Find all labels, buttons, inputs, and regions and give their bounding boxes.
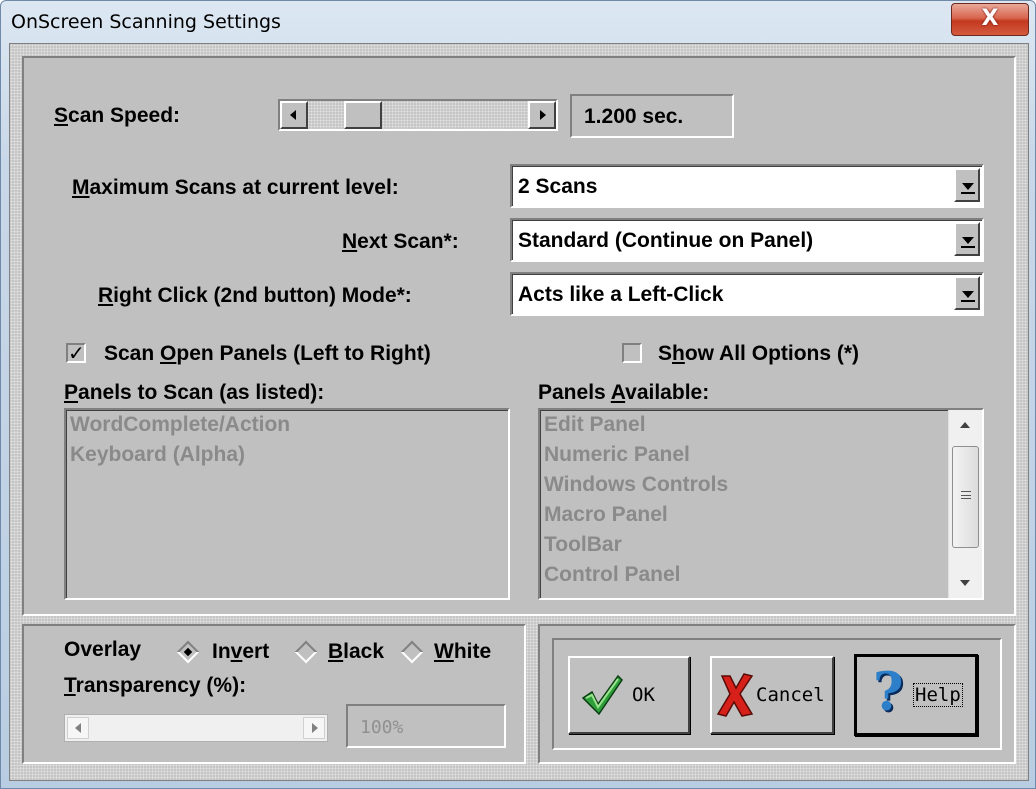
right-click-mode-combo[interactable]: Acts like a Left-Click bbox=[510, 272, 984, 316]
right-click-mode-dropdown-button[interactable] bbox=[954, 276, 980, 310]
panels-to-scan-label: Panels to Scan (as listed): bbox=[64, 381, 325, 404]
next-scan-label: Next Scan*: bbox=[342, 230, 459, 253]
grip-line bbox=[961, 495, 971, 496]
next-scan-dropdown-button[interactable] bbox=[954, 222, 980, 256]
panels-available-list[interactable]: Edit Panel Numeric Panel Windows Control… bbox=[538, 408, 984, 600]
scan-speed-right-arrow[interactable] bbox=[528, 101, 556, 129]
max-scans-value: 2 Scans bbox=[518, 175, 598, 198]
transparency-label: Transparency (%): bbox=[64, 674, 247, 697]
question-mark-icon: ? bbox=[873, 662, 904, 723]
checkmark-icon bbox=[581, 674, 623, 716]
list-item[interactable]: Macro Panel bbox=[540, 500, 982, 530]
scan-open-panels-label[interactable]: Scan Open Panels (Left to Right) bbox=[104, 342, 431, 366]
scan-speed-label: Scan Speed: bbox=[54, 104, 181, 127]
panels-available-label: Panels Available: bbox=[538, 381, 710, 404]
list-item[interactable]: Numeric Panel bbox=[540, 440, 982, 470]
scan-speed-value-box: 1.200 sec. bbox=[570, 94, 734, 138]
overlay-invert-radio[interactable] bbox=[176, 640, 200, 664]
x-cancel-icon bbox=[716, 673, 754, 717]
list-item[interactable]: ToolBar bbox=[540, 530, 982, 560]
transparency-slider[interactable] bbox=[64, 714, 328, 742]
scan-speed-left-arrow[interactable] bbox=[280, 101, 308, 129]
next-scan-value: Standard (Continue on Panel) bbox=[518, 229, 814, 252]
help-button-label: Help bbox=[913, 683, 963, 707]
max-scans-combo[interactable]: 2 Scans bbox=[510, 164, 984, 208]
client-area: Scan Speed: 1.200 sec. Maximum Scans at … bbox=[9, 43, 1029, 781]
dialog-window: OnScreen Scanning Settings X Scan Speed:… bbox=[0, 0, 1036, 789]
list-item[interactable]: Windows Controls bbox=[540, 470, 982, 500]
button-panel: OK Cancel ? Help bbox=[538, 624, 1016, 764]
cancel-button-label: Cancel bbox=[756, 684, 825, 706]
max-scans-dropdown-button[interactable] bbox=[954, 168, 980, 202]
scan-speed-slider[interactable] bbox=[278, 99, 558, 131]
show-all-options-label[interactable]: Show All Options (*) bbox=[658, 342, 859, 366]
list-item[interactable]: WordComplete/Action bbox=[66, 410, 508, 440]
next-scan-combo[interactable]: Standard (Continue on Panel) bbox=[510, 218, 984, 262]
settings-panel: Scan Speed: 1.200 sec. Maximum Scans at … bbox=[22, 56, 1016, 616]
scroll-right-icon[interactable] bbox=[303, 717, 325, 739]
help-button[interactable]: ? Help bbox=[854, 654, 978, 736]
cancel-button[interactable]: Cancel bbox=[710, 656, 834, 734]
overlay-panel: Overlay Invert Black White Transparency … bbox=[22, 624, 526, 764]
overlay-black-radio[interactable] bbox=[294, 640, 318, 664]
ok-button-label: OK bbox=[632, 684, 655, 706]
panels-to-scan-list[interactable]: WordComplete/Action Keyboard (Alpha) bbox=[64, 408, 510, 600]
scroll-thumb[interactable] bbox=[952, 446, 979, 548]
overlay-black-label[interactable]: Black bbox=[328, 640, 384, 664]
transparency-value-box: 100% bbox=[346, 704, 506, 748]
scan-open-panels-checkbox[interactable]: ✓ bbox=[66, 341, 86, 365]
scan-speed-track[interactable] bbox=[280, 101, 556, 129]
panels-available-scrollbar[interactable] bbox=[948, 410, 982, 598]
overlay-white-label[interactable]: White bbox=[434, 640, 491, 664]
show-all-options-checkbox[interactable] bbox=[622, 343, 642, 363]
scroll-down-icon[interactable] bbox=[960, 580, 970, 586]
close-button[interactable]: X bbox=[951, 3, 1029, 36]
scan-speed-thumb[interactable] bbox=[344, 101, 382, 129]
right-click-mode-value: Acts like a Left-Click bbox=[518, 283, 724, 306]
transparency-value: 100% bbox=[360, 717, 404, 738]
overlay-label: Overlay bbox=[64, 638, 142, 661]
scroll-left-icon[interactable] bbox=[67, 717, 89, 739]
list-item[interactable]: Keyboard (Alpha) bbox=[66, 440, 508, 470]
window-title: OnScreen Scanning Settings bbox=[11, 11, 281, 33]
scroll-up-icon[interactable] bbox=[960, 422, 970, 428]
overlay-white-radio[interactable] bbox=[400, 640, 424, 664]
ok-button[interactable]: OK bbox=[568, 656, 690, 734]
scan-speed-value: 1.200 sec. bbox=[584, 105, 684, 128]
max-scans-label: Maximum Scans at current level: bbox=[72, 176, 399, 199]
title-bar[interactable]: OnScreen Scanning Settings X bbox=[1, 1, 1035, 41]
checkmark-icon: ✓ bbox=[68, 341, 85, 365]
right-click-mode-label: Right Click (2nd button) Mode*: bbox=[98, 284, 412, 307]
overlay-invert-label[interactable]: Invert bbox=[212, 640, 269, 664]
list-item[interactable]: Edit Panel bbox=[540, 410, 982, 440]
list-item[interactable]: Control Panel bbox=[540, 560, 982, 590]
